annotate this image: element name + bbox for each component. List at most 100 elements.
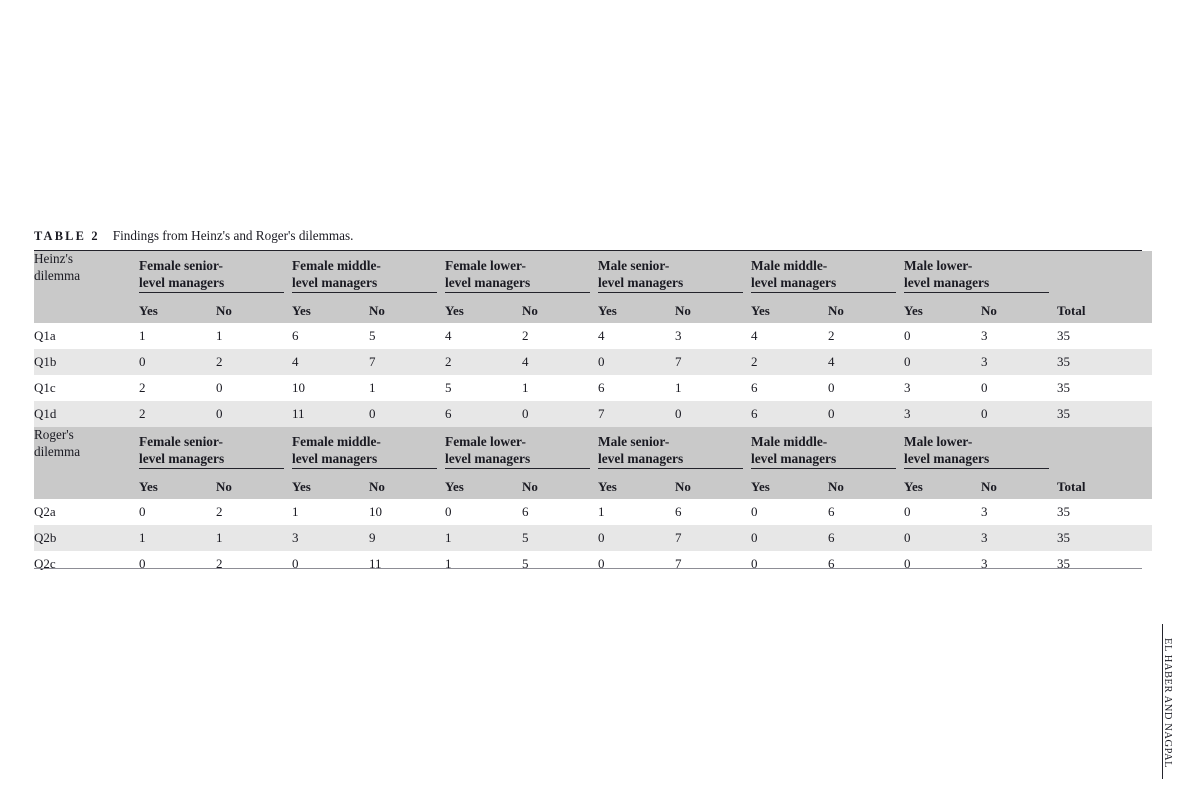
- group-header-line-2: level managers: [598, 274, 684, 290]
- table-cell-value: 7: [675, 525, 752, 551]
- group-header-line-1: Male lower-: [904, 434, 973, 449]
- table-cell-value: 4: [751, 323, 829, 349]
- table-cell-value: 4: [445, 323, 523, 349]
- group-header-inner: Male middle-level managers: [751, 434, 897, 469]
- table-caption-label: TABLE 2: [34, 229, 100, 243]
- table-cell-total: 35: [1057, 375, 1153, 401]
- table-cell-value: 3: [981, 499, 1058, 525]
- table-cell-value: 5: [445, 375, 523, 401]
- table-cell-value: 0: [751, 499, 829, 525]
- group-header-line-1: Male middle-: [751, 258, 828, 273]
- table-cell-value: 0: [522, 401, 599, 427]
- group-header-inner: Male lower-level managers: [904, 258, 1050, 293]
- subheader-no: No: [369, 298, 446, 323]
- table-cell-value: 0: [904, 499, 982, 525]
- group-header-inner: Female middle-level managers: [292, 258, 438, 293]
- group-header-inner: Female middle-level managers: [292, 434, 438, 469]
- table-cell-value: 2: [828, 323, 905, 349]
- table-row: Q2a 0 2 1 10 0 6 1 6 0 6 0 3 35: [34, 499, 1153, 525]
- table-cell-value: 2: [139, 375, 216, 401]
- subheader-no: No: [216, 298, 292, 323]
- table-cell-value: 2: [216, 551, 292, 577]
- table-cell-value: 2: [751, 349, 829, 375]
- group-header-inner: Male lower-level managers: [904, 434, 1050, 469]
- group-header-inner: Female lower-level managers: [445, 434, 591, 469]
- table-group-header: Female senior-level managers: [139, 251, 292, 298]
- table-stub-heinz: Heinz's dilemma: [34, 251, 139, 323]
- table-cell-value: 4: [522, 349, 599, 375]
- stub-line-2: dilemma: [34, 443, 81, 459]
- group-header-line-1: Female middle-: [292, 434, 381, 449]
- group-header-line-2: level managers: [445, 450, 531, 466]
- group-header-line-2: level managers: [598, 450, 684, 466]
- table-cell-total: 35: [1057, 499, 1153, 525]
- table-group-header: Female lower-level managers: [445, 251, 599, 298]
- subheader-no: No: [675, 298, 752, 323]
- table-group-header-row: Roger's dilemma Female senior-level manage…: [34, 427, 1153, 499]
- table-cell-value: 0: [828, 375, 905, 401]
- table-group-header: Female lower-level managers: [445, 427, 599, 474]
- group-header-line-1: Male senior-: [598, 434, 670, 449]
- group-header-line-2: level managers: [445, 274, 531, 290]
- row-question-label: Q2c: [34, 551, 139, 577]
- table-cell-value: 7: [598, 401, 676, 427]
- table-cell-value: 7: [675, 349, 752, 375]
- table-cell-value: 7: [675, 551, 752, 577]
- table-cell-value: 10: [292, 375, 369, 401]
- table-cell-value: 6: [828, 551, 905, 577]
- group-header-line-1: Male lower-: [904, 258, 973, 273]
- group-header-line-2: level managers: [139, 450, 225, 466]
- table-cell-value: 6: [751, 401, 829, 427]
- table-group-header: Female senior-level managers: [139, 427, 292, 474]
- table-cell-value: 0: [598, 525, 676, 551]
- group-header-inner: Female lower-level managers: [445, 258, 591, 293]
- table-cell-value: 3: [981, 323, 1058, 349]
- table-group-header: Male middle-level managers: [751, 251, 905, 298]
- table-cell-value: 0: [904, 323, 982, 349]
- group-header-line-2: level managers: [292, 274, 378, 290]
- total-header-spacer: [1057, 251, 1153, 298]
- subheader-yes: Yes: [751, 474, 829, 499]
- group-header-line-2: level managers: [751, 274, 837, 290]
- row-question-label: Q1a: [34, 323, 139, 349]
- subheader-yes: Yes: [445, 474, 523, 499]
- subheader-no: No: [522, 298, 599, 323]
- row-question-label: Q1b: [34, 349, 139, 375]
- table-group-header: Male lower-level managers: [904, 251, 1058, 298]
- table-cell-value: 0: [751, 525, 829, 551]
- table-cell-value: 10: [369, 499, 446, 525]
- table-group-header: Female middle-level managers: [292, 251, 446, 298]
- findings-table: Heinz's dilemma Female senior-level manage…: [34, 251, 1153, 577]
- table-cell-value: 6: [598, 375, 676, 401]
- table-caption-text: Findings from Heinz's and Roger's dilemm…: [112, 228, 354, 243]
- group-header-inner: Male senior-level managers: [598, 434, 744, 469]
- total-header-spacer: [1057, 427, 1153, 474]
- table-cell-value: 5: [522, 525, 599, 551]
- table-cell-value: 6: [522, 499, 599, 525]
- table-body: Heinz's dilemma Female senior-level manage…: [34, 251, 1153, 577]
- table-row: Q2b 1 1 3 9 1 5 0 7 0 6 0 3 35: [34, 525, 1153, 551]
- table-cell-value: 1: [598, 499, 676, 525]
- table-subheader-row: Yes No Yes No Yes No Yes No Yes No Yes No Total: [34, 474, 1153, 499]
- table-cell-total: 35: [1057, 323, 1153, 349]
- group-header-line-1: Female lower-: [445, 434, 526, 449]
- table-cell-value: 4: [292, 349, 369, 375]
- table-cell-value: 0: [139, 551, 216, 577]
- subheader-yes: Yes: [751, 298, 829, 323]
- table-row: Q1a 1 1 6 5 4 2 4 3 4 2 0 3 35: [34, 323, 1153, 349]
- stub-line-2: dilemma: [34, 267, 81, 283]
- table-cell-value: 0: [828, 401, 905, 427]
- table-group-header: Male middle-level managers: [751, 427, 905, 474]
- table-cell-value: 6: [675, 499, 752, 525]
- table-cell-value: 1: [445, 525, 523, 551]
- subheader-yes: Yes: [904, 474, 982, 499]
- table-cell-value: 6: [292, 323, 369, 349]
- table-row: Q1d 2 0 11 0 6 0 7 0 6 0 3 0 35: [34, 401, 1153, 427]
- table-cell-value: 5: [522, 551, 599, 577]
- table-cell-value: 6: [751, 375, 829, 401]
- table-cell-value: 3: [675, 323, 752, 349]
- table-cell-value: 4: [598, 323, 676, 349]
- subheader-no: No: [675, 474, 752, 499]
- table-bottom-rule: [34, 568, 1142, 569]
- table-cell-value: 1: [675, 375, 752, 401]
